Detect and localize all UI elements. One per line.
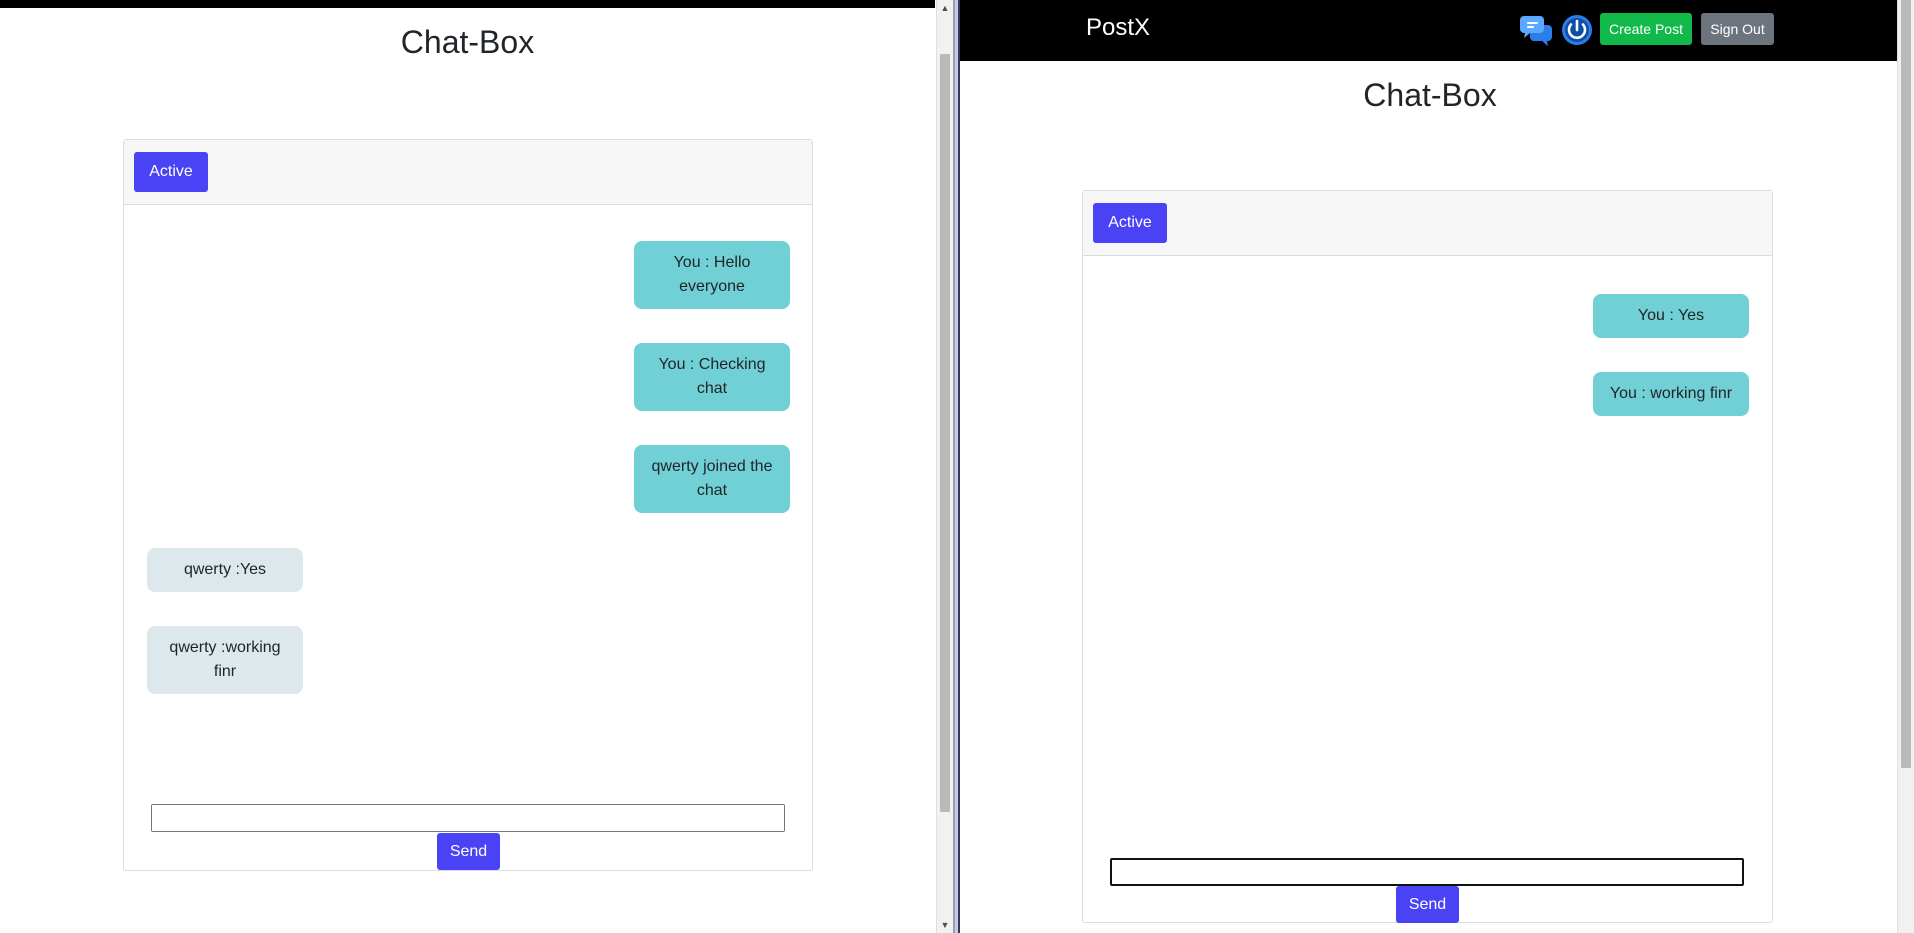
active-button[interactable]: Active	[1093, 203, 1167, 243]
chat-message: qwerty :working finr	[147, 626, 303, 694]
left-browser-window: Chat-Box Active You : Hello everyone You…	[0, 0, 955, 933]
right-browser-window: PostX Create Post Sign Out Chat-Box Acti…	[958, 0, 1914, 933]
scrollbar-thumb[interactable]	[940, 54, 950, 812]
sign-out-button[interactable]: Sign Out	[1701, 13, 1774, 45]
chat-message: You : working finr	[1593, 372, 1749, 416]
chat-card-header: Active	[1083, 191, 1772, 256]
brand-logo[interactable]: PostX	[1086, 14, 1150, 42]
chat-card: Active You : Yes You : working finr Send	[1082, 190, 1773, 923]
scrollbar-thumb[interactable]	[1901, 0, 1911, 768]
active-button[interactable]: Active	[134, 152, 208, 192]
chat-message: qwerty :Yes	[147, 548, 303, 592]
page-title: Chat-Box	[1363, 77, 1497, 113]
top-strip	[0, 0, 935, 8]
power-icon[interactable]	[1560, 13, 1594, 47]
create-post-button[interactable]: Create Post	[1600, 13, 1692, 45]
chat-bubbles-icon[interactable]	[1520, 13, 1554, 47]
chat-card-header: Active	[124, 140, 812, 205]
chat-message: You : Hello everyone	[634, 241, 790, 309]
send-button[interactable]: Send	[437, 833, 500, 870]
message-input[interactable]	[151, 804, 785, 832]
send-button[interactable]: Send	[1396, 886, 1459, 923]
chat-message: You : Checking chat	[634, 343, 790, 411]
message-input[interactable]	[1110, 858, 1744, 886]
page-title: Chat-Box	[400, 24, 535, 60]
chat-message: You : Yes	[1593, 294, 1749, 338]
chat-message: qwerty joined the chat	[634, 445, 790, 513]
scroll-up-icon[interactable]: ▲	[937, 0, 953, 16]
scroll-down-icon[interactable]: ▼	[937, 917, 953, 933]
vertical-scrollbar[interactable]	[1897, 0, 1914, 933]
chat-card: Active You : Hello everyone You : Checki…	[123, 139, 813, 871]
vertical-scrollbar[interactable]: ▲ ▼	[936, 0, 953, 933]
navbar: PostX Create Post Sign Out	[960, 0, 1900, 61]
